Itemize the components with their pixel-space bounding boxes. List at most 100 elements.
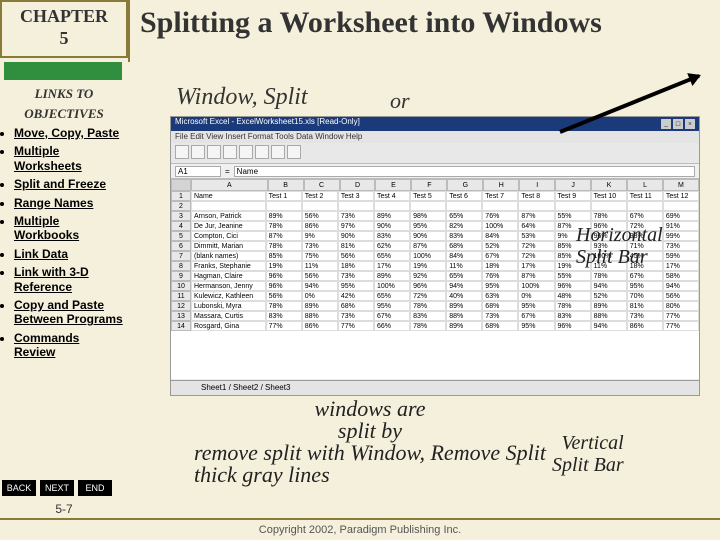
cell[interactable]: 95% <box>338 281 374 291</box>
cell[interactable]: 76% <box>482 211 518 221</box>
next-button[interactable]: NEXT <box>40 480 74 496</box>
obj-link[interactable]: Multiple Workbooks <box>14 214 124 243</box>
toolbar-icon[interactable] <box>223 145 237 159</box>
cell[interactable]: 73% <box>482 311 518 321</box>
cell[interactable]: 56% <box>302 211 338 221</box>
obj-link[interactable]: Move, Copy, Paste <box>14 126 124 140</box>
cell[interactable]: 17% <box>663 261 699 271</box>
cell[interactable]: 90% <box>410 231 446 241</box>
cell[interactable]: 73% <box>338 311 374 321</box>
cell[interactable]: 62% <box>374 241 410 251</box>
cell[interactable]: 65% <box>446 211 482 221</box>
cell[interactable]: Test 2 <box>302 191 338 201</box>
cell[interactable]: 89% <box>446 321 482 331</box>
cell[interactable]: 96% <box>266 281 302 291</box>
col-header[interactable]: G <box>447 179 483 191</box>
cell[interactable]: 88% <box>446 311 482 321</box>
cell[interactable]: 77% <box>338 321 374 331</box>
cell[interactable] <box>663 201 699 211</box>
cell[interactable]: 88% <box>591 311 627 321</box>
cell[interactable]: 98% <box>410 211 446 221</box>
col-header[interactable]: M <box>663 179 699 191</box>
cell[interactable]: Test 4 <box>374 191 410 201</box>
cell[interactable]: 63% <box>482 291 518 301</box>
cell[interactable]: Hermanson, Jenny <box>191 281 266 291</box>
cell[interactable] <box>191 201 266 211</box>
end-button[interactable]: END <box>78 480 112 496</box>
cell[interactable]: De Jur, Jeanine <box>191 221 266 231</box>
cell[interactable]: 95% <box>627 281 663 291</box>
row-header[interactable]: 9 <box>171 271 191 281</box>
obj-link[interactable]: Link Data <box>14 247 124 261</box>
cell[interactable]: 56% <box>302 271 338 281</box>
col-header[interactable]: K <box>591 179 627 191</box>
cell[interactable]: 55% <box>555 271 591 281</box>
cell[interactable] <box>555 201 591 211</box>
cell[interactable]: 96% <box>555 281 591 291</box>
cell[interactable]: 77% <box>663 321 699 331</box>
name-box[interactable]: A1 <box>175 166 221 177</box>
cell[interactable]: 89% <box>591 301 627 311</box>
cell[interactable]: 100% <box>374 281 410 291</box>
cell[interactable]: 52% <box>591 291 627 301</box>
cell[interactable] <box>374 201 410 211</box>
toolbar-icon[interactable] <box>239 145 253 159</box>
cell[interactable]: 95% <box>518 301 554 311</box>
col-header[interactable]: B <box>268 179 304 191</box>
obj-link[interactable]: Commands Review <box>14 331 124 360</box>
col-header[interactable]: F <box>411 179 447 191</box>
toolbar-icon[interactable] <box>191 145 205 159</box>
cell[interactable]: 64% <box>518 221 554 231</box>
cell[interactable]: 67% <box>627 211 663 221</box>
cell[interactable]: 94% <box>591 281 627 291</box>
cell[interactable]: Franks, Stephanie <box>191 261 266 271</box>
row-header[interactable]: 5 <box>171 231 191 241</box>
col-header[interactable]: L <box>627 179 663 191</box>
sheet-tabs[interactable]: Sheet1 / Sheet2 / Sheet3 <box>171 380 699 395</box>
cell[interactable]: 83% <box>555 311 591 321</box>
cell[interactable] <box>627 201 663 211</box>
obj-link[interactable]: Split and Freeze <box>14 177 124 191</box>
cell[interactable]: 78% <box>410 321 446 331</box>
cell[interactable]: 69% <box>663 211 699 221</box>
obj-link[interactable]: Link with 3-D Reference <box>14 265 124 294</box>
obj-link[interactable]: Range Names <box>14 196 124 210</box>
cell[interactable]: 19% <box>266 261 302 271</box>
row-header[interactable]: 13 <box>171 311 191 321</box>
cell[interactable]: 73% <box>338 271 374 281</box>
cell[interactable]: Arnson, Patrick <box>191 211 266 221</box>
cell[interactable]: 0% <box>302 291 338 301</box>
cell[interactable]: 78% <box>591 211 627 221</box>
cell[interactable]: 76% <box>482 271 518 281</box>
row-header[interactable]: 2 <box>171 201 191 211</box>
col-header[interactable]: I <box>519 179 555 191</box>
row-header[interactable]: 14 <box>171 321 191 331</box>
col-header[interactable]: D <box>340 179 376 191</box>
cell[interactable]: Massara, Curtis <box>191 311 266 321</box>
cell[interactable]: Test 6 <box>446 191 482 201</box>
cell[interactable]: 81% <box>338 241 374 251</box>
cell[interactable]: 89% <box>374 211 410 221</box>
cell[interactable]: 48% <box>555 291 591 301</box>
cell[interactable]: 77% <box>266 321 302 331</box>
cell[interactable]: 94% <box>302 281 338 291</box>
cell[interactable]: 78% <box>266 241 302 251</box>
cell[interactable]: 84% <box>446 251 482 261</box>
excel-menubar[interactable]: File Edit View Insert Format Tools Data … <box>171 131 699 143</box>
cell[interactable]: 59% <box>663 251 699 261</box>
cell[interactable]: 78% <box>266 301 302 311</box>
cell[interactable]: Dimmitt, Marian <box>191 241 266 251</box>
cell[interactable]: 89% <box>446 301 482 311</box>
cell[interactable]: 96% <box>410 281 446 291</box>
cell[interactable]: 90% <box>338 231 374 241</box>
col-header[interactable]: E <box>375 179 411 191</box>
cell[interactable]: 40% <box>446 291 482 301</box>
back-button[interactable]: BACK <box>2 480 36 496</box>
cell[interactable]: 95% <box>410 221 446 231</box>
cell[interactable]: Test 9 <box>555 191 591 201</box>
cell[interactable]: 68% <box>482 321 518 331</box>
cell[interactable]: Lubonski, Myra <box>191 301 266 311</box>
cell[interactable]: 95% <box>482 281 518 291</box>
cell[interactable]: 83% <box>410 311 446 321</box>
cell[interactable]: Test 1 <box>266 191 302 201</box>
